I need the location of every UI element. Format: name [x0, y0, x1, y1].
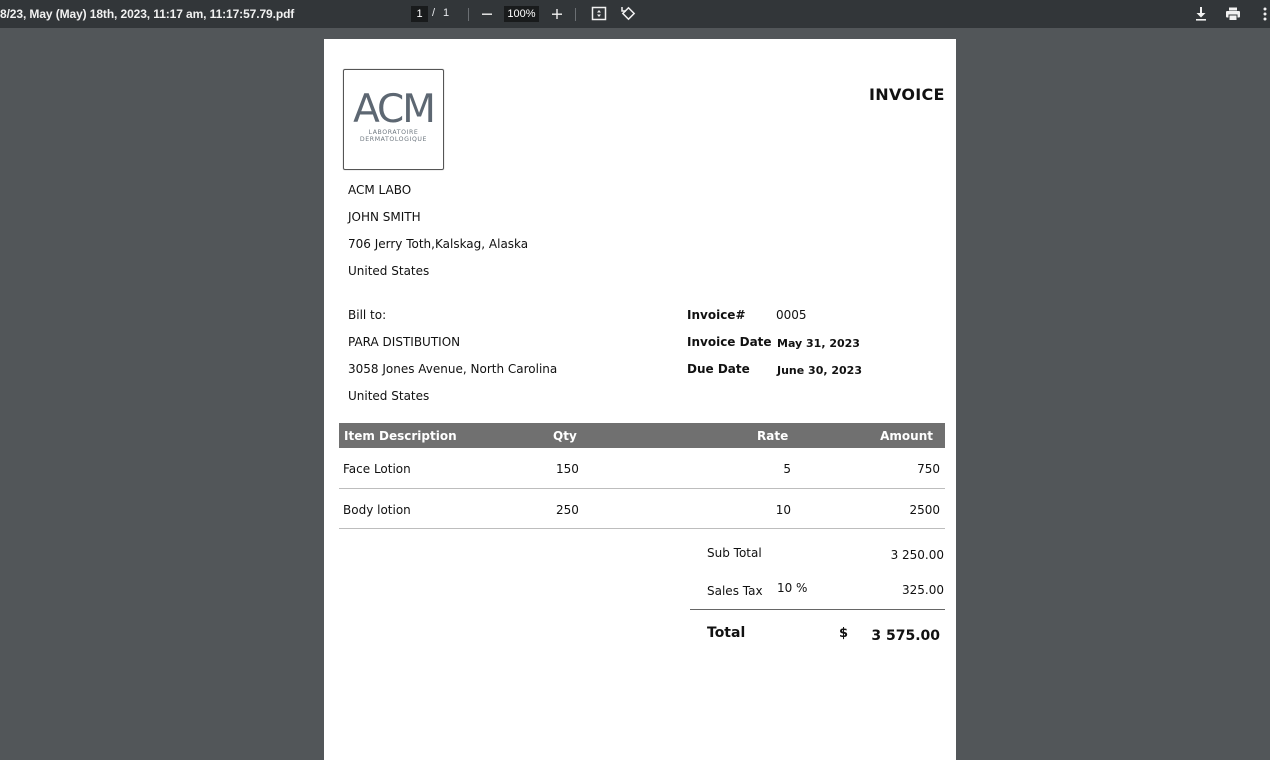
- sales-tax-label: Sales Tax: [707, 584, 763, 598]
- page-total: 1: [443, 7, 450, 19]
- header-item-description: Item Description: [344, 429, 457, 443]
- total-label: Total: [707, 625, 746, 641]
- document-title: 8/23, May (May) 18th, 2023, 11:17 am, 11…: [0, 7, 295, 21]
- zoom-level-input[interactable]: 100%: [504, 6, 539, 22]
- header-amount: Amount: [880, 429, 933, 443]
- due-date: June 30, 2023: [777, 364, 862, 377]
- due-date-label: Due Date: [687, 362, 750, 376]
- items-table-header: Item Description Qty Rate Amount: [339, 423, 945, 448]
- minus-icon[interactable]: [479, 5, 495, 23]
- toolbar-divider: [575, 8, 576, 21]
- invoice-date: May 31, 2023: [777, 337, 860, 350]
- pdf-page: ACM LABORATOIRE DERMATOLOGIQUE INVOICE A…: [324, 39, 956, 760]
- sender-address: 706 Jerry Toth,Kalskag, Alaska: [348, 237, 529, 251]
- row-amount: 2500: [909, 503, 940, 517]
- header-qty: Qty: [553, 429, 577, 443]
- fit-page-icon[interactable]: [591, 6, 608, 22]
- invoice-number: 0005: [776, 308, 807, 322]
- sender-company: ACM LABO: [348, 183, 412, 197]
- rotate-icon[interactable]: [620, 5, 637, 22]
- pdf-toolbar: 8/23, May (May) 18th, 2023, 11:17 am, 11…: [0, 0, 1270, 28]
- print-icon[interactable]: [1225, 6, 1241, 22]
- row-description: Face Lotion: [343, 462, 411, 476]
- row-rate: 5: [783, 462, 791, 476]
- download-icon[interactable]: [1193, 6, 1209, 22]
- sender-country: United States: [348, 264, 430, 278]
- page-separator: /: [432, 7, 436, 19]
- toolbar-divider: [468, 8, 469, 21]
- subtotal-label: Sub Total: [707, 546, 762, 560]
- row-description: Body lotion: [343, 503, 411, 517]
- currency-symbol: $: [839, 626, 849, 641]
- row-divider: [339, 528, 945, 529]
- bill-to-label: Bill to:: [348, 308, 387, 322]
- sales-tax-percent: %: [796, 581, 808, 595]
- company-logo: ACM LABORATOIRE DERMATOLOGIQUE: [343, 69, 444, 170]
- logo-main-text: ACM: [353, 87, 436, 132]
- logo-subtext-line2: DERMATOLOGIQUE: [359, 136, 428, 143]
- bill-to-address: 3058 Jones Avenue, North Carolina: [348, 362, 558, 376]
- subtotal-value: 3 250.00: [890, 548, 944, 562]
- sales-tax-rate: 10: [777, 581, 793, 595]
- row-qty: 150: [556, 462, 579, 476]
- sales-tax-value: 325.00: [902, 583, 944, 597]
- invoice-date-label: Invoice Date: [687, 335, 772, 349]
- totals-divider: [690, 609, 945, 610]
- invoice-heading: INVOICE: [869, 85, 945, 104]
- row-amount: 750: [917, 462, 940, 476]
- header-rate: Rate: [757, 429, 789, 443]
- plus-icon[interactable]: [549, 5, 565, 23]
- bill-to-company: PARA DISTIBUTION: [348, 335, 461, 349]
- more-vertical-icon[interactable]: [1257, 6, 1270, 22]
- row-qty: 250: [556, 503, 579, 517]
- page-number-input[interactable]: 1: [411, 6, 428, 22]
- invoice-number-label: Invoice#: [687, 308, 746, 322]
- sender-name: JOHN SMITH: [348, 210, 421, 224]
- total-value: 3 575.00: [871, 628, 940, 644]
- row-rate: 10: [775, 503, 791, 517]
- row-divider: [339, 488, 945, 489]
- bill-to-country: United States: [348, 389, 430, 403]
